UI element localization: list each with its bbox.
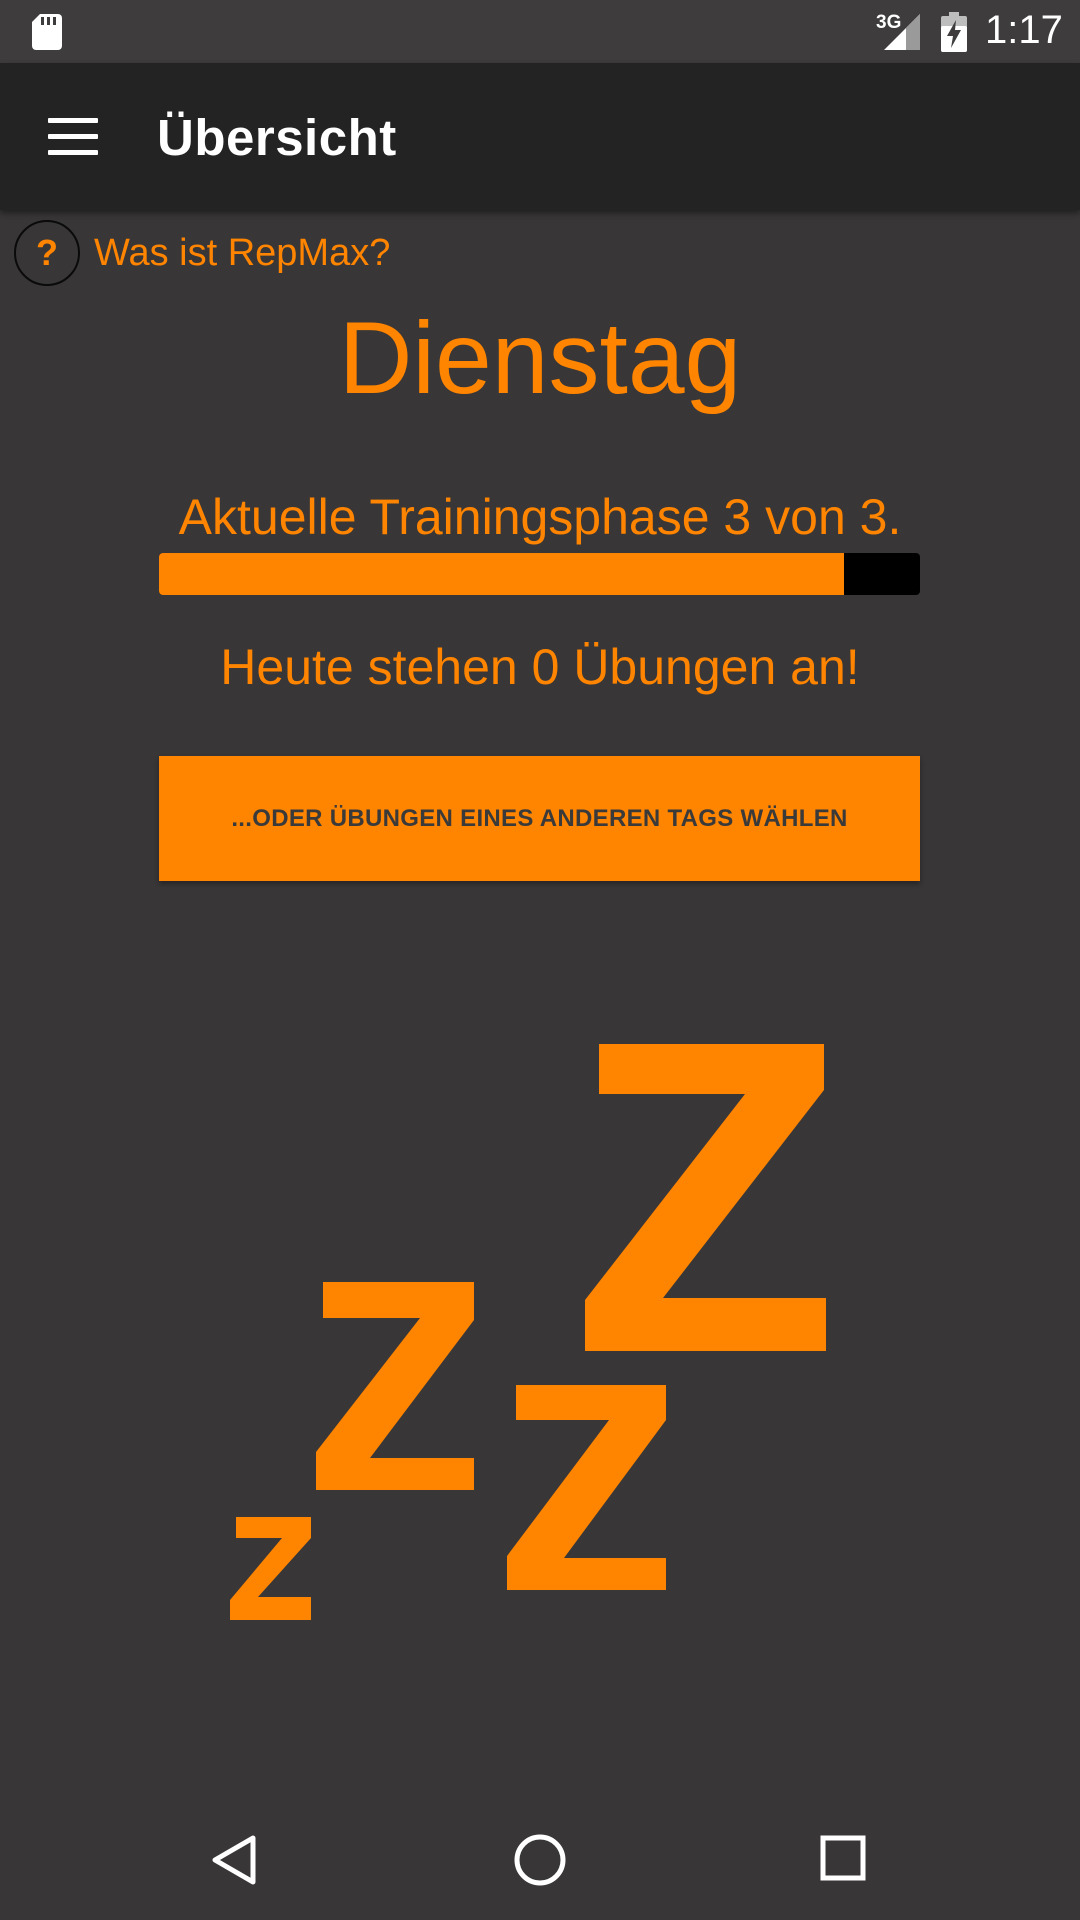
choose-other-day-button[interactable]: ...ODER ÜBUNGEN EINES ANDEREN TAGS WÄHLE… (159, 756, 920, 881)
signal-icon (884, 14, 920, 50)
what-is-repmax-link[interactable]: ? Was ist RepMax? (14, 218, 390, 288)
today-exercises-text: Heute stehen 0 Übungen an! (220, 639, 860, 695)
battery-charging-icon (941, 12, 967, 52)
progress-fill (159, 553, 844, 595)
navigation-bar (0, 1800, 1080, 1920)
training-phase-text: Aktuelle Trainingsphase 3 von 3. (178, 489, 902, 545)
z-large (507, 1385, 666, 1590)
day-title: Dienstag (338, 301, 742, 415)
app-toolbar: Übersicht (0, 63, 1080, 210)
page-title: Übersicht (157, 109, 397, 166)
training-phase-progress-bar (159, 553, 920, 595)
help-link-label[interactable]: Was ist RepMax? (94, 232, 390, 275)
hamburger-menu-icon[interactable] (48, 118, 98, 156)
sleeping-zzz-icon (230, 1044, 826, 1620)
status-bar: 3G 1:17 (0, 0, 1080, 63)
home-icon[interactable] (510, 1832, 570, 1892)
question-mark-icon[interactable]: ? (14, 220, 80, 286)
sd-card-icon (32, 14, 62, 50)
recents-icon[interactable] (815, 1832, 871, 1888)
z-largest (585, 1044, 826, 1351)
z-medium (316, 1282, 474, 1490)
back-icon[interactable] (207, 1832, 263, 1888)
z-small (230, 1517, 311, 1620)
clock: 1:17 (985, 8, 1063, 52)
